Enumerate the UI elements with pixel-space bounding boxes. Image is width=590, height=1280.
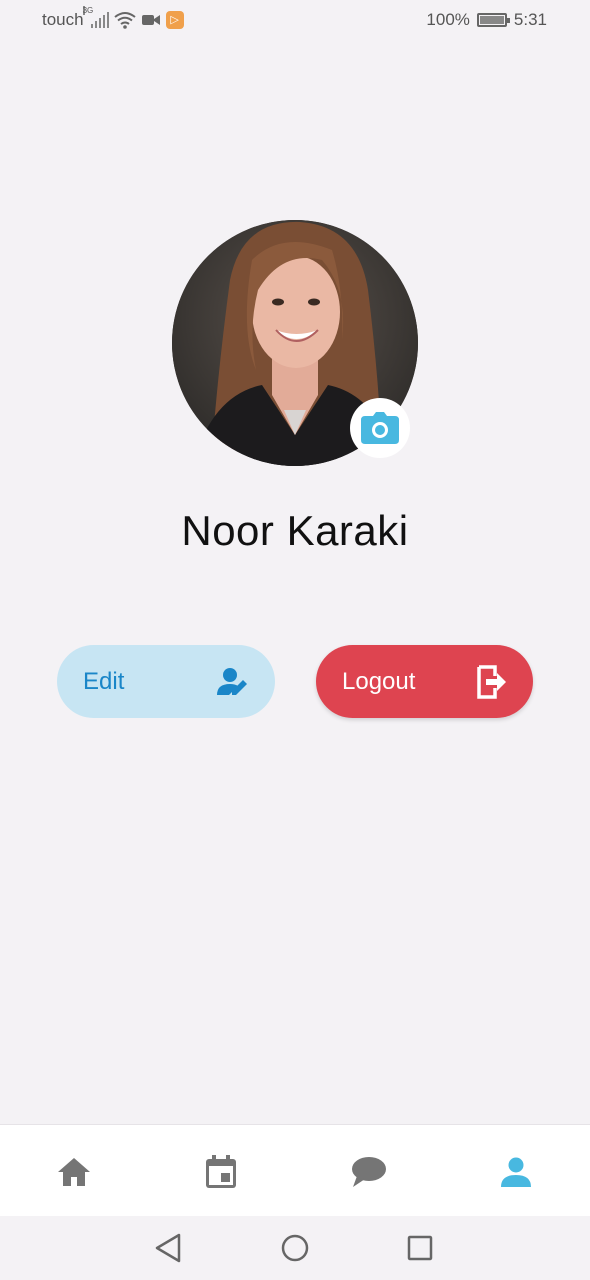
back-button[interactable]	[152, 1232, 184, 1264]
status-bar: touch 3G ▷ 100% 5:31	[0, 0, 590, 40]
avatar-container	[172, 220, 418, 466]
signal-icon: 3G	[82, 6, 109, 28]
logout-icon	[477, 664, 506, 699]
nav-calendar[interactable]	[204, 1155, 238, 1189]
edit-user-icon	[217, 667, 247, 695]
nav-chat[interactable]	[352, 1155, 386, 1189]
status-right: 100% 5:31	[426, 10, 547, 30]
user-name: Noor Karaki	[181, 507, 409, 554]
bottom-navigation	[0, 1124, 590, 1216]
logout-button-label: Logout	[342, 667, 416, 695]
edit-button[interactable]: Edit	[57, 645, 275, 718]
carrier-label: touch	[42, 10, 84, 29]
home-icon	[58, 1158, 90, 1186]
battery-percent: 100%	[426, 10, 470, 29]
app-notification-icon: ▷	[165, 11, 184, 29]
status-left: touch 3G ▷	[42, 6, 184, 30]
nav-profile[interactable]	[499, 1155, 533, 1189]
change-photo-button[interactable]	[350, 398, 410, 458]
battery-icon	[476, 13, 510, 27]
video-icon	[141, 15, 160, 25]
home-circle-icon	[281, 1234, 309, 1262]
recents-square-icon	[407, 1235, 433, 1261]
person-icon	[501, 1157, 531, 1187]
back-triangle-icon	[155, 1233, 181, 1263]
camera-icon	[361, 412, 399, 444]
home-system-button[interactable]	[279, 1232, 311, 1264]
chat-icon	[352, 1157, 386, 1187]
wifi-icon	[113, 12, 136, 29]
system-navigation-bar	[0, 1216, 590, 1280]
calendar-icon	[206, 1155, 236, 1188]
edit-button-label: Edit	[83, 667, 125, 695]
network-type: 3G	[82, 6, 94, 15]
recents-button[interactable]	[404, 1232, 436, 1264]
clock: 5:31	[513, 10, 547, 29]
logout-button[interactable]: Logout	[316, 645, 533, 718]
nav-home[interactable]	[57, 1155, 91, 1189]
